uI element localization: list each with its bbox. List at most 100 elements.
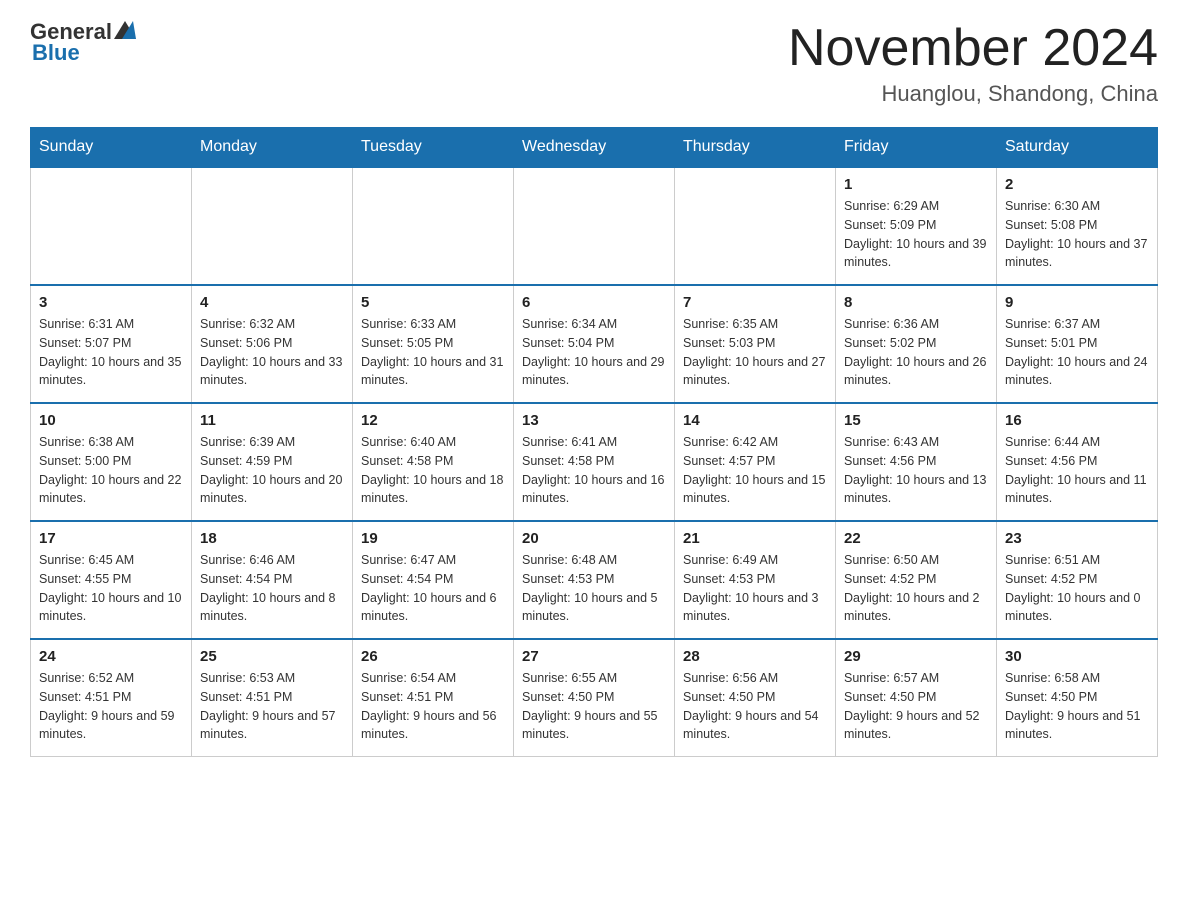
day-info: Sunrise: 6:35 AMSunset: 5:03 PMDaylight:… <box>683 315 827 390</box>
calendar-cell: 11 Sunrise: 6:39 AMSunset: 4:59 PMDayligh… <box>192 403 353 521</box>
day-number: 1 <box>844 176 988 193</box>
calendar-cell: 24 Sunrise: 6:52 AMSunset: 4:51 PMDayligh… <box>31 639 192 757</box>
day-number: 5 <box>361 294 505 311</box>
week-row-2: 3 Sunrise: 6:31 AMSunset: 5:07 PMDaylight… <box>31 285 1158 403</box>
calendar-cell: 9Sunrise: 6:37 AMSunset: 5:01 PMDaylight… <box>997 285 1158 403</box>
col-header-friday: Friday <box>836 128 997 168</box>
week-row-5: 24 Sunrise: 6:52 AMSunset: 4:51 PMDayligh… <box>31 639 1158 757</box>
day-info: Sunrise: 6:55 AMSunset: 4:50 PMDaylight:… <box>522 669 666 744</box>
calendar-cell: 3 Sunrise: 6:31 AMSunset: 5:07 PMDaylight… <box>31 285 192 403</box>
day-info: Sunrise: 6:37 AMSunset: 5:01 PMDaylight:… <box>1005 315 1149 390</box>
day-info: Sunrise: 6:41 AMSunset: 4:58 PMDaylight:… <box>522 433 666 508</box>
day-info: Sunrise: 6:38 AMSunset: 5:00 PMDaylight:… <box>39 433 183 508</box>
calendar-cell: 16Sunrise: 6:44 AMSunset: 4:56 PMDayligh… <box>997 403 1158 521</box>
day-number: 8 <box>844 294 988 311</box>
calendar-cell: 29Sunrise: 6:57 AMSunset: 4:50 PMDayligh… <box>836 639 997 757</box>
day-number: 24 <box>39 648 183 665</box>
col-header-saturday: Saturday <box>997 128 1158 168</box>
day-info: Sunrise: 6:47 AMSunset: 4:54 PMDaylight:… <box>361 551 505 626</box>
day-number: 21 <box>683 530 827 547</box>
week-row-4: 17 Sunrise: 6:45 AMSunset: 4:55 PMDayligh… <box>31 521 1158 639</box>
day-number: 13 <box>522 412 666 429</box>
day-number: 20 <box>522 530 666 547</box>
calendar-cell <box>31 167 192 285</box>
calendar-cell: 7 Sunrise: 6:35 AMSunset: 5:03 PMDaylight… <box>675 285 836 403</box>
week-row-3: 10 Sunrise: 6:38 AMSunset: 5:00 PMDayligh… <box>31 403 1158 521</box>
day-info: Sunrise: 6:40 AMSunset: 4:58 PMDaylight:… <box>361 433 505 508</box>
day-number: 28 <box>683 648 827 665</box>
day-info: Sunrise: 6:53 AMSunset: 4:51 PMDaylight:… <box>200 669 344 744</box>
location-subtitle: Huanglou, Shandong, China <box>788 81 1158 107</box>
calendar-cell: 30Sunrise: 6:58 AMSunset: 4:50 PMDayligh… <box>997 639 1158 757</box>
day-info: Sunrise: 6:51 AMSunset: 4:52 PMDaylight:… <box>1005 551 1149 626</box>
day-number: 3 <box>39 294 183 311</box>
month-year-title: November 2024 <box>788 20 1158 77</box>
calendar-table: SundayMondayTuesdayWednesdayThursdayFrid… <box>30 127 1158 757</box>
day-number: 10 <box>39 412 183 429</box>
calendar-cell: 12 Sunrise: 6:40 AMSunset: 4:58 PMDayligh… <box>353 403 514 521</box>
calendar-cell: 28 Sunrise: 6:56 AMSunset: 4:50 PMDayligh… <box>675 639 836 757</box>
day-number: 6 <box>522 294 666 311</box>
col-header-wednesday: Wednesday <box>514 128 675 168</box>
calendar-cell: 10 Sunrise: 6:38 AMSunset: 5:00 PMDayligh… <box>31 403 192 521</box>
day-info: Sunrise: 6:46 AMSunset: 4:54 PMDaylight:… <box>200 551 344 626</box>
day-number: 4 <box>200 294 344 311</box>
logo: General Blue <box>30 20 136 66</box>
day-info: Sunrise: 6:39 AMSunset: 4:59 PMDaylight:… <box>200 433 344 508</box>
day-number: 12 <box>361 412 505 429</box>
day-info: Sunrise: 6:54 AMSunset: 4:51 PMDaylight:… <box>361 669 505 744</box>
day-info: Sunrise: 6:56 AMSunset: 4:50 PMDaylight:… <box>683 669 827 744</box>
calendar-cell <box>192 167 353 285</box>
calendar-cell: 26 Sunrise: 6:54 AMSunset: 4:51 PMDayligh… <box>353 639 514 757</box>
day-info: Sunrise: 6:33 AMSunset: 5:05 PMDaylight:… <box>361 315 505 390</box>
day-number: 19 <box>361 530 505 547</box>
day-info: Sunrise: 6:52 AMSunset: 4:51 PMDaylight:… <box>39 669 183 744</box>
calendar-cell: 17 Sunrise: 6:45 AMSunset: 4:55 PMDayligh… <box>31 521 192 639</box>
day-number: 25 <box>200 648 344 665</box>
title-area: November 2024 Huanglou, Shandong, China <box>788 20 1158 107</box>
day-info: Sunrise: 6:36 AMSunset: 5:02 PMDaylight:… <box>844 315 988 390</box>
page-header: General Blue November 2024 Huanglou, Sha… <box>30 20 1158 107</box>
day-number: 15 <box>844 412 988 429</box>
calendar-cell: 2Sunrise: 6:30 AMSunset: 5:08 PMDaylight… <box>997 167 1158 285</box>
day-info: Sunrise: 6:49 AMSunset: 4:53 PMDaylight:… <box>683 551 827 626</box>
day-number: 17 <box>39 530 183 547</box>
day-info: Sunrise: 6:45 AMSunset: 4:55 PMDaylight:… <box>39 551 183 626</box>
day-info: Sunrise: 6:43 AMSunset: 4:56 PMDaylight:… <box>844 433 988 508</box>
calendar-cell: 25 Sunrise: 6:53 AMSunset: 4:51 PMDayligh… <box>192 639 353 757</box>
day-info: Sunrise: 6:31 AMSunset: 5:07 PMDaylight:… <box>39 315 183 390</box>
calendar-cell: 6 Sunrise: 6:34 AMSunset: 5:04 PMDaylight… <box>514 285 675 403</box>
day-number: 11 <box>200 412 344 429</box>
day-number: 14 <box>683 412 827 429</box>
day-info: Sunrise: 6:42 AMSunset: 4:57 PMDaylight:… <box>683 433 827 508</box>
day-info: Sunrise: 6:50 AMSunset: 4:52 PMDaylight:… <box>844 551 988 626</box>
calendar-cell: 19 Sunrise: 6:47 AMSunset: 4:54 PMDayligh… <box>353 521 514 639</box>
calendar-cell: 14 Sunrise: 6:42 AMSunset: 4:57 PMDayligh… <box>675 403 836 521</box>
day-number: 7 <box>683 294 827 311</box>
day-number: 27 <box>522 648 666 665</box>
calendar-cell: 15 Sunrise: 6:43 AMSunset: 4:56 PMDayligh… <box>836 403 997 521</box>
day-info: Sunrise: 6:32 AMSunset: 5:06 PMDaylight:… <box>200 315 344 390</box>
day-number: 29 <box>844 648 988 665</box>
calendar-cell: 20 Sunrise: 6:48 AMSunset: 4:53 PMDayligh… <box>514 521 675 639</box>
calendar-cell: 13 Sunrise: 6:41 AMSunset: 4:58 PMDayligh… <box>514 403 675 521</box>
logo-blue: Blue <box>30 40 80 66</box>
day-number: 26 <box>361 648 505 665</box>
day-info: Sunrise: 6:30 AMSunset: 5:08 PMDaylight:… <box>1005 197 1149 272</box>
day-info: Sunrise: 6:48 AMSunset: 4:53 PMDaylight:… <box>522 551 666 626</box>
day-number: 16 <box>1005 412 1149 429</box>
calendar-cell <box>675 167 836 285</box>
calendar-cell: 4 Sunrise: 6:32 AMSunset: 5:06 PMDaylight… <box>192 285 353 403</box>
calendar-cell: 22Sunrise: 6:50 AMSunset: 4:52 PMDayligh… <box>836 521 997 639</box>
calendar-cell <box>353 167 514 285</box>
week-row-1: 1Sunrise: 6:29 AMSunset: 5:09 PMDaylight… <box>31 167 1158 285</box>
calendar-cell: 5 Sunrise: 6:33 AMSunset: 5:05 PMDaylight… <box>353 285 514 403</box>
day-info: Sunrise: 6:34 AMSunset: 5:04 PMDaylight:… <box>522 315 666 390</box>
calendar-cell: 27 Sunrise: 6:55 AMSunset: 4:50 PMDayligh… <box>514 639 675 757</box>
day-number: 23 <box>1005 530 1149 547</box>
calendar-cell: 18 Sunrise: 6:46 AMSunset: 4:54 PMDayligh… <box>192 521 353 639</box>
col-header-sunday: Sunday <box>31 128 192 168</box>
day-info: Sunrise: 6:58 AMSunset: 4:50 PMDaylight:… <box>1005 669 1149 744</box>
col-header-monday: Monday <box>192 128 353 168</box>
day-number: 18 <box>200 530 344 547</box>
